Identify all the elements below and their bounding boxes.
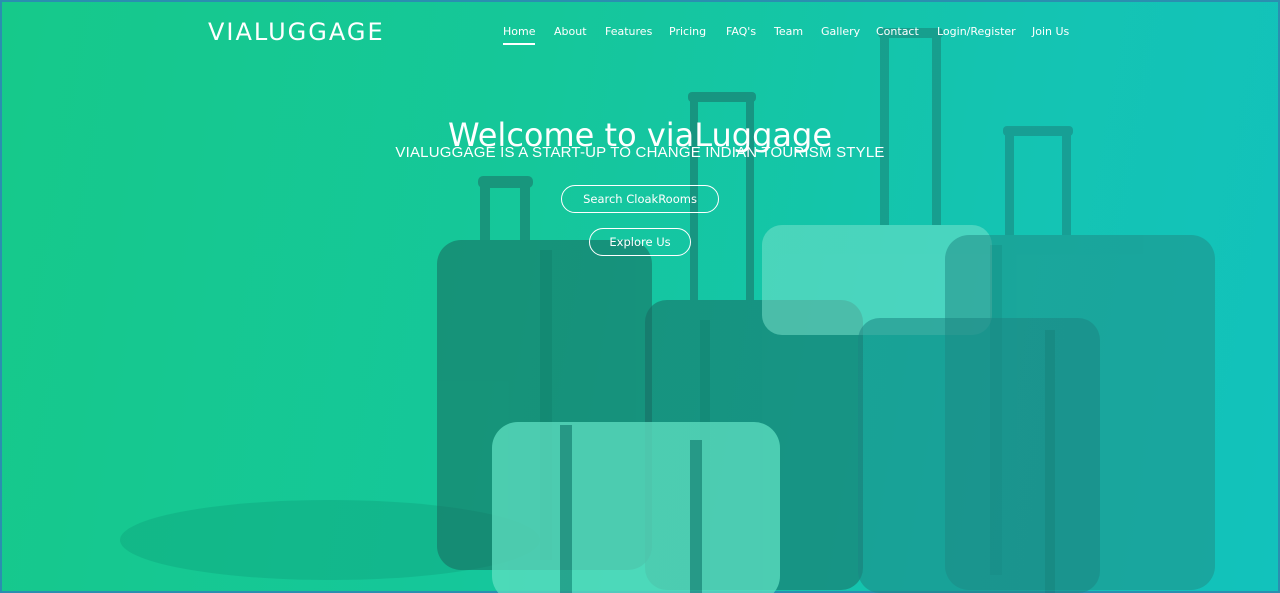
hero-subtitle: VIALUGGAGE IS A START-UP TO CHANGE INDIA… xyxy=(395,144,885,161)
explore-us-button[interactable]: Explore Us xyxy=(589,228,691,256)
navbar: VIALUGGAGE Home About Features Pricing F… xyxy=(0,0,1280,64)
nav-link-join-us[interactable]: Join Us xyxy=(1032,25,1069,38)
nav-link-team[interactable]: Team xyxy=(774,25,803,38)
nav-link-features[interactable]: Features xyxy=(605,25,652,38)
nav-link-faqs[interactable]: FAQ's xyxy=(726,25,756,38)
nav-link-contact[interactable]: Contact xyxy=(876,25,919,38)
search-cloakrooms-button[interactable]: Search CloakRooms xyxy=(561,185,719,213)
nav-link-gallery[interactable]: Gallery xyxy=(821,25,860,38)
nav-link-pricing[interactable]: Pricing xyxy=(669,25,706,38)
luggage-background-image xyxy=(120,28,1215,593)
nav-link-login-register[interactable]: Login/Register xyxy=(937,25,1016,38)
hero-section: VIALUGGAGE Home About Features Pricing F… xyxy=(0,0,1280,593)
main-nav: Home About Features Pricing FAQ's Team G… xyxy=(0,25,1280,45)
nav-link-home[interactable]: Home xyxy=(503,25,536,45)
nav-link-about[interactable]: About xyxy=(554,25,587,38)
